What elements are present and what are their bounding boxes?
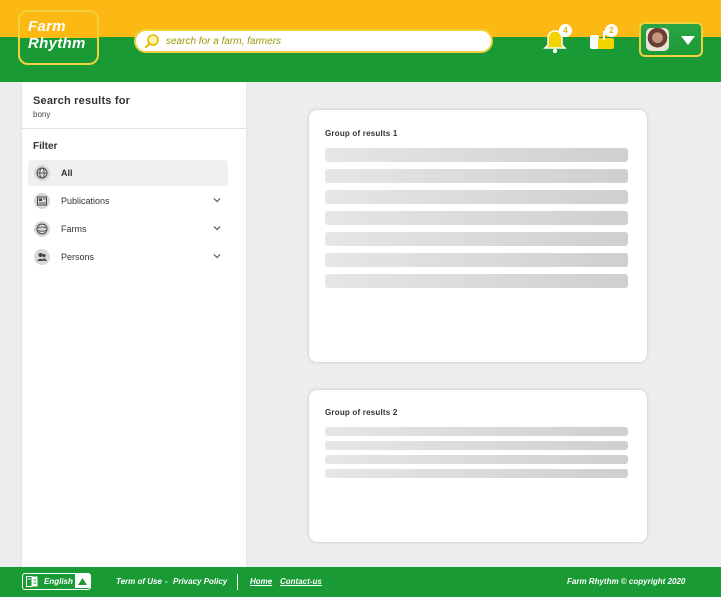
chevron-down-icon[interactable]: [212, 251, 222, 261]
search-icon[interactable]: [144, 33, 160, 49]
search-bar: [134, 29, 493, 53]
results-group-card: Group of results 2: [309, 390, 647, 542]
loading-placeholder: [325, 148, 628, 162]
avatar: [646, 28, 669, 51]
filter-heading: Filter: [33, 141, 58, 152]
loading-placeholder: [325, 169, 628, 183]
language-selector[interactable]: English: [22, 573, 91, 590]
footer: English Term of Use - Privacy Policy Hom…: [0, 567, 721, 597]
search-results-title: Search results for: [33, 95, 131, 107]
filter-label-all: All: [61, 168, 73, 178]
loading-placeholder: [325, 441, 628, 450]
translate-icon: [26, 576, 38, 587]
messages-button[interactable]: 2: [588, 24, 618, 55]
loading-placeholder: [325, 211, 628, 225]
results-group-title: Group of results 2: [325, 408, 398, 417]
copyright-text: Farm Rhythm © copyright 2020: [567, 577, 686, 586]
farm-rhythm-logo[interactable]: Farm Rhythm: [18, 10, 99, 65]
farm-globe-icon: [34, 221, 50, 237]
loading-placeholder: [325, 253, 628, 267]
results-group-card: Group of results 1: [309, 110, 647, 362]
notifications-button[interactable]: 4: [542, 24, 572, 55]
caret-down-icon: [681, 36, 695, 45]
loading-placeholder: [325, 455, 628, 464]
privacy-link[interactable]: Privacy Policy: [173, 577, 227, 586]
logo-line-1: Farm: [28, 18, 66, 35]
newspaper-icon: [34, 193, 50, 209]
footer-separator-dash: -: [165, 577, 168, 586]
search-results-header: Search results for bony: [22, 82, 246, 129]
filter-label-publications: Publications: [61, 196, 110, 206]
contact-link[interactable]: Contact-us: [280, 577, 322, 586]
filter-item-persons[interactable]: Persons: [28, 244, 228, 270]
messages-count-badge: 2: [605, 24, 618, 37]
chevron-down-icon[interactable]: [212, 195, 222, 205]
loading-placeholder: [325, 190, 628, 204]
caret-up-icon: [75, 574, 90, 588]
user-menu-button[interactable]: [639, 22, 703, 57]
terms-link[interactable]: Term of Use: [116, 577, 162, 586]
footer-divider: [237, 574, 238, 590]
filter-item-publications[interactable]: Publications: [28, 188, 228, 214]
results-group-title: Group of results 1: [325, 129, 398, 138]
loading-placeholder: [325, 427, 628, 436]
notification-count-badge: 4: [559, 24, 572, 37]
search-query: bony: [33, 110, 51, 119]
home-link[interactable]: Home: [250, 577, 272, 586]
people-icon: [34, 249, 50, 265]
chevron-down-icon[interactable]: [212, 223, 222, 233]
loading-placeholder: [325, 274, 628, 288]
loading-placeholder: [325, 469, 628, 478]
logo-line-2: Rhythm: [28, 35, 86, 52]
top-header: Farm Rhythm 4 2: [0, 0, 721, 82]
filter-item-all[interactable]: All: [28, 160, 228, 186]
language-label: English: [44, 577, 73, 586]
search-input[interactable]: [166, 35, 466, 47]
filter-item-farms[interactable]: Farms: [28, 216, 228, 242]
filter-sidebar: Search results for bony Filter All Publi…: [21, 82, 247, 567]
filter-label-persons: Persons: [61, 252, 95, 262]
loading-placeholder: [325, 232, 628, 246]
filter-label-farms: Farms: [61, 224, 87, 234]
globe-icon: [34, 165, 50, 181]
